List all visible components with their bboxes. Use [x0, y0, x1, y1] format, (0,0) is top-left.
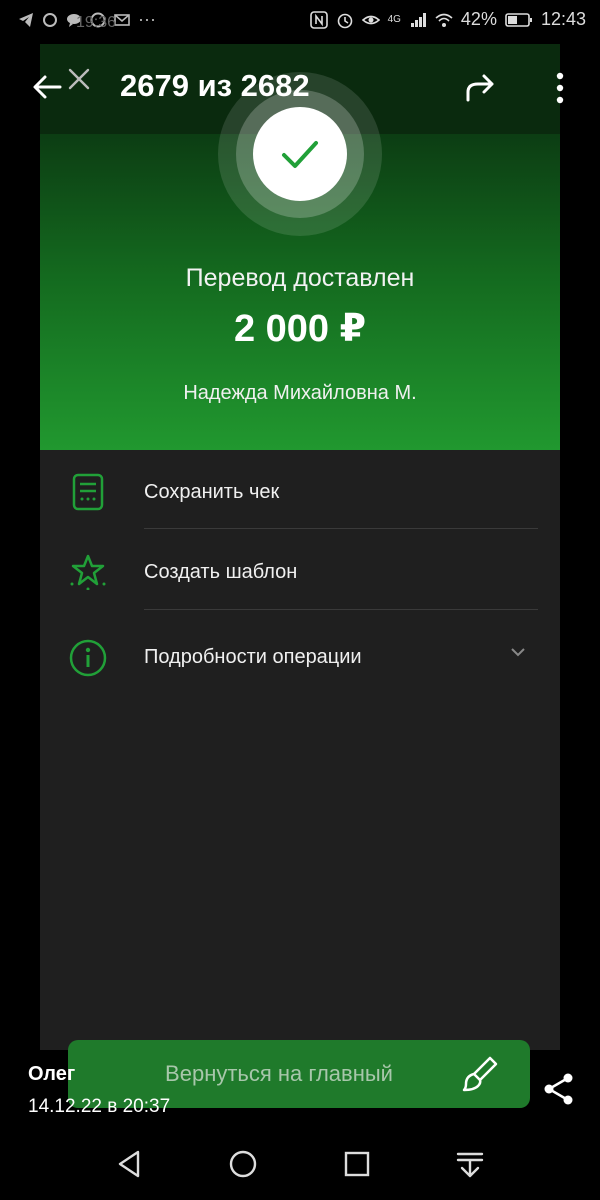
brush-icon[interactable] [460, 1054, 500, 1094]
receipt-icon [72, 473, 104, 511]
save-receipt-label: Сохранить чек [144, 481, 280, 503]
nav-recents-icon[interactable] [339, 1146, 375, 1182]
ghost-time: 19:36 [76, 14, 117, 31]
operation-details-label: Подробности операции [144, 646, 362, 668]
nav-back-icon[interactable] [112, 1146, 148, 1182]
nav-notifications-icon[interactable] [452, 1146, 488, 1182]
eye-icon [361, 15, 380, 24]
return-home-label: Вернуться на главный [165, 1061, 393, 1086]
create-template-item[interactable]: Создать шаблон [40, 530, 560, 610]
alarm-icon [337, 13, 352, 28]
transfer-status: Перевод доставлен [185, 264, 415, 292]
more-notifications-icon: ··· [138, 9, 156, 29]
clock: 12:43 [540, 9, 586, 29]
sender-name: Олег [28, 1063, 76, 1085]
transfer-amount: 2 000 ₽ [233, 308, 367, 350]
chevron-down-icon[interactable] [508, 642, 528, 662]
share-icon[interactable] [540, 1070, 578, 1108]
signal-icon [410, 12, 426, 27]
close-icon[interactable] [66, 66, 92, 92]
more-options-icon[interactable] [548, 70, 572, 106]
forward-icon[interactable] [462, 70, 498, 106]
receipt-screenshot: Перевод доставлен 2 000 ₽ Надежда Михайл… [40, 44, 560, 1050]
wifi-icon [435, 13, 453, 27]
create-template-label: Создать шаблон [144, 561, 298, 583]
recipient-name: Надежда Михайловна М. [183, 382, 417, 404]
operation-details-item[interactable]: Подробности операции [40, 614, 560, 694]
network-type: 4G [387, 14, 401, 25]
save-receipt-item[interactable]: Сохранить чек [40, 450, 560, 530]
mail-icon [114, 13, 130, 26]
battery-percent: 42% [460, 9, 497, 29]
system-nav-bar [0, 1128, 600, 1200]
image-counter: 2679 из 2682 [120, 68, 310, 103]
back-arrow-icon[interactable] [30, 70, 64, 104]
info-icon [69, 639, 107, 677]
sent-datetime: 14.12.22 в 20:37 [28, 1096, 171, 1117]
battery-icon [505, 12, 532, 27]
checkmark-icon [282, 141, 318, 168]
viewer-top-bar: 2679 из 2682 [0, 44, 600, 134]
telegram-icon [19, 12, 33, 27]
system-indicators: 4G 42% 12:43 [309, 9, 586, 30]
star-icon [70, 554, 106, 590]
nav-home-icon[interactable] [225, 1146, 261, 1182]
app-icon [43, 12, 57, 27]
divider [144, 528, 538, 529]
divider [144, 609, 538, 610]
nfc-icon [309, 10, 328, 29]
status-bar: ··· 19:36 4G 42% 12:43 [0, 0, 600, 44]
